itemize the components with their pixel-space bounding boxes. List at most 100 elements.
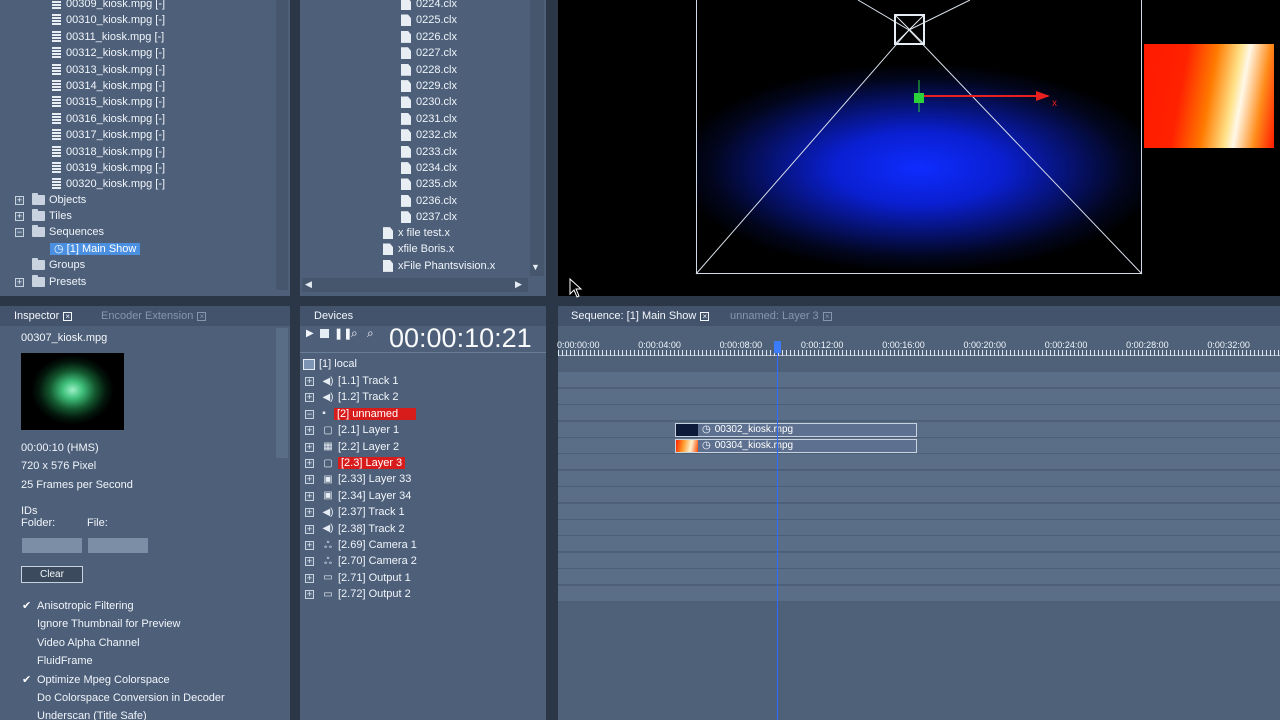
scroll-left-icon[interactable]: ◀ — [305, 279, 312, 290]
option-checkbox-row[interactable]: ✔ Optimize Mpeg Colorspace — [22, 672, 170, 688]
file-browser-vscroll[interactable] — [530, 0, 544, 276]
tab-encoder-extension[interactable]: Encoder Extension × — [101, 305, 207, 327]
tree-folder-objects[interactable]: Objects — [32, 192, 86, 208]
tree-item-media-file[interactable]: 00312_kiosk.mpg [-] — [52, 45, 165, 61]
tree-folder-tiles[interactable]: Tiles — [32, 208, 72, 224]
file-item-clx[interactable]: 0229.clx — [401, 78, 457, 94]
tree-item-media-file[interactable]: 00316_kiosk.mpg [-] — [52, 111, 165, 127]
option-checkbox-row[interactable]: FluidFrame — [22, 653, 93, 669]
file-item-clx[interactable]: 0230.clx — [401, 94, 457, 110]
viewport-3d[interactable]: x — [558, 0, 1280, 296]
timeline-track-row[interactable] — [558, 454, 1280, 471]
expand-device-icon[interactable]: + — [305, 475, 314, 485]
timeline-track-row[interactable] — [558, 585, 1280, 602]
device-item[interactable]: ▢ [2.3] Layer 3 — [322, 455, 406, 471]
expand-presets-icon[interactable]: + — [15, 278, 24, 287]
inspector-scrollbar[interactable] — [276, 328, 288, 458]
tree-item-media-file[interactable]: 00314_kiosk.mpg [-] — [52, 78, 165, 94]
device-item[interactable]: ▪ [2] unnamed — [318, 406, 417, 422]
expand-device-icon[interactable]: + — [305, 459, 314, 468]
tab-unnamed-layer-3[interactable]: unnamed: Layer 3 × — [730, 305, 832, 327]
expand-device-icon[interactable]: + — [305, 524, 314, 534]
tab-inspector[interactable]: Inspector × — [14, 305, 73, 327]
tree-item-media-file[interactable]: 00319_kiosk.mpg [-] — [52, 160, 165, 176]
file-item-clx[interactable]: 0231.clx — [401, 111, 457, 127]
clip-00302[interactable]: ◷ 00302_kiosk.mpg — [675, 423, 917, 437]
device-item[interactable]: ஃ [2.69] Camera 1 — [322, 537, 417, 553]
option-checkbox-row[interactable]: Video Alpha Channel — [22, 635, 140, 651]
device-item[interactable]: ▢ [2.1] Layer 1 — [322, 422, 399, 438]
folder-id-field[interactable] — [22, 538, 82, 553]
splitter-middle[interactable] — [546, 0, 558, 720]
tree-item-media-file[interactable]: 00318_kiosk.mpg [-] — [52, 144, 165, 160]
file-item-clx[interactable]: 0236.clx — [401, 193, 457, 209]
expand-device-icon[interactable]: + — [305, 491, 314, 501]
timeline-track-row[interactable] — [558, 520, 1280, 536]
device-item[interactable]: ◀) [1.2] Track 2 — [322, 389, 398, 405]
tab-devices[interactable]: Devices — [314, 305, 353, 327]
clear-button[interactable]: Clear — [21, 566, 83, 583]
timeline-track-row[interactable] — [558, 388, 1280, 405]
tab-sequence-main-show[interactable]: Sequence: [1] Main Show × — [571, 305, 710, 327]
file-item-clx[interactable]: 0224.clx — [401, 0, 457, 12]
clip-00304[interactable]: ◷ 00304_kiosk.mpg — [675, 439, 917, 453]
file-id-field[interactable] — [88, 538, 148, 553]
expand-device-icon[interactable]: + — [305, 590, 314, 600]
file-item-clx[interactable]: 0227.clx — [401, 45, 457, 61]
file-browser-hscroll[interactable] — [302, 278, 528, 292]
splitter-left[interactable] — [290, 0, 300, 720]
device-item[interactable]: ▣ [2.33] Layer 33 — [322, 471, 411, 487]
timeline-track-row[interactable] — [558, 503, 1280, 520]
checkbox-checked-icon[interactable]: ✔ — [22, 598, 33, 614]
expand-device-icon[interactable]: + — [305, 442, 314, 452]
tree-item-media-file[interactable]: 00309_kiosk.mpg [-] — [52, 0, 165, 12]
file-item-clx[interactable]: 0225.clx — [401, 12, 457, 28]
timeline-track-row[interactable] — [558, 438, 1280, 454]
timeline-track-row[interactable] — [558, 552, 1280, 569]
tree-item-main-show[interactable]: ◷ [1] Main Show — [50, 241, 141, 257]
timeline-track-row[interactable] — [558, 405, 1280, 422]
expand-device-icon[interactable]: + — [305, 508, 314, 518]
tree-item-media-file[interactable]: 00310_kiosk.mpg [-] — [52, 12, 165, 28]
stop-icon[interactable] — [320, 329, 329, 338]
file-item-x[interactable]: x file test.x — [383, 225, 450, 241]
option-checkbox-row[interactable]: Ignore Thumbnail for Preview — [22, 616, 180, 632]
expand-device-icon[interactable]: + — [305, 426, 314, 436]
device-item[interactable]: ஃ [2.70] Camera 2 — [322, 553, 417, 569]
device-item[interactable]: ▦ [2.2] Layer 2 — [322, 439, 399, 455]
timeline-track-row[interactable] — [558, 470, 1280, 487]
file-item-clx[interactable]: 0232.clx — [401, 127, 457, 143]
file-item-x[interactable]: xFile Phantsvision.x — [383, 258, 495, 274]
device-item[interactable]: ▭ [2.72] Output 2 — [322, 586, 411, 602]
tree-item-media-file[interactable]: 00320_kiosk.mpg [-] — [52, 176, 165, 192]
timeline-track-row[interactable] — [558, 487, 1280, 504]
device-item[interactable]: ▭ [2.71] Output 1 — [322, 570, 411, 586]
expand-objects-icon[interactable]: + — [15, 196, 24, 205]
tree-item-media-file[interactable]: 00313_kiosk.mpg [-] — [52, 62, 165, 78]
device-item[interactable]: ▣ [2.34] Layer 34 — [322, 488, 411, 504]
timeline-track-row[interactable] — [558, 421, 1280, 438]
expand-device-icon[interactable]: + — [305, 557, 314, 567]
device-item[interactable]: ◀) [1.1] Track 1 — [322, 373, 398, 389]
pause-icon[interactable]: ❚❚ — [334, 327, 352, 340]
project-tree-scrollbar[interactable] — [276, 0, 288, 290]
zoom-icon[interactable]: ⌕ — [351, 326, 358, 341]
device-item[interactable]: ◀) [2.37] Track 1 — [322, 504, 404, 520]
expand-device-icon[interactable]: + — [305, 541, 314, 550]
device-item[interactable]: ◀) [2.38] Track 2 — [322, 521, 404, 537]
option-checkbox-row[interactable]: Do Colorspace Conversion in Decoder — [22, 690, 225, 706]
tree-item-media-file[interactable]: 00317_kiosk.mpg [-] — [52, 127, 165, 143]
expand-device-icon[interactable]: + — [305, 377, 314, 386]
timeline-track-row[interactable] — [558, 356, 1280, 372]
zoom-fit-icon[interactable]: ⌕ — [367, 326, 374, 341]
file-item-clx[interactable]: 0228.clx — [401, 62, 457, 78]
tree-item-media-file[interactable]: 00315_kiosk.mpg [-] — [52, 94, 165, 110]
tree-item-media-file[interactable]: 00311_kiosk.mpg [-] — [52, 29, 164, 45]
expand-device-icon[interactable]: + — [305, 393, 314, 403]
playhead-handle[interactable] — [774, 341, 781, 353]
expand-tiles-icon[interactable]: + — [15, 212, 24, 221]
file-item-clx[interactable]: 0233.clx — [401, 144, 457, 160]
checkbox-checked-icon[interactable]: ✔ — [22, 672, 33, 688]
close-icon[interactable]: × — [197, 311, 207, 321]
play-icon[interactable]: ▶ — [306, 328, 314, 339]
